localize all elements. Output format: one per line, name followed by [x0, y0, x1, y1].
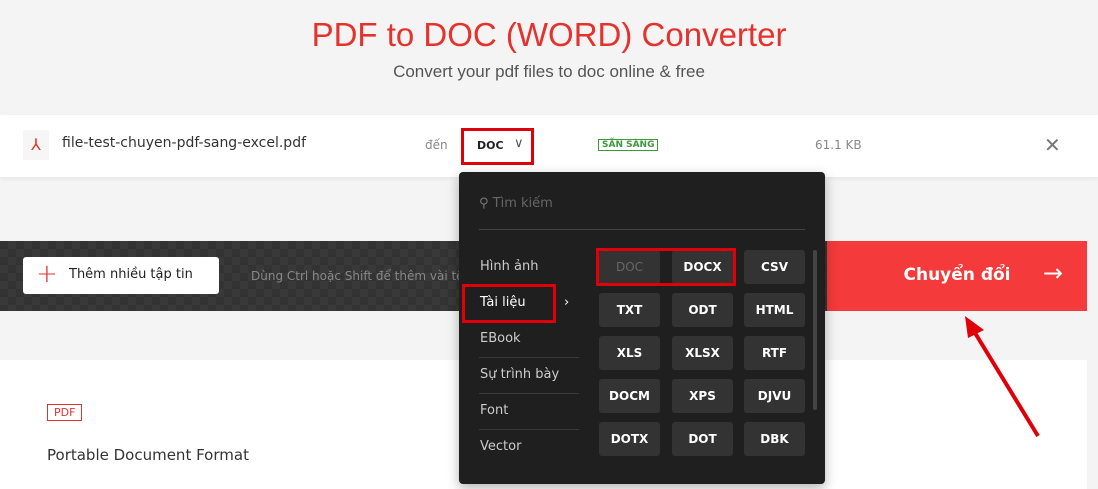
annotation-arrow: [965, 316, 1040, 438]
